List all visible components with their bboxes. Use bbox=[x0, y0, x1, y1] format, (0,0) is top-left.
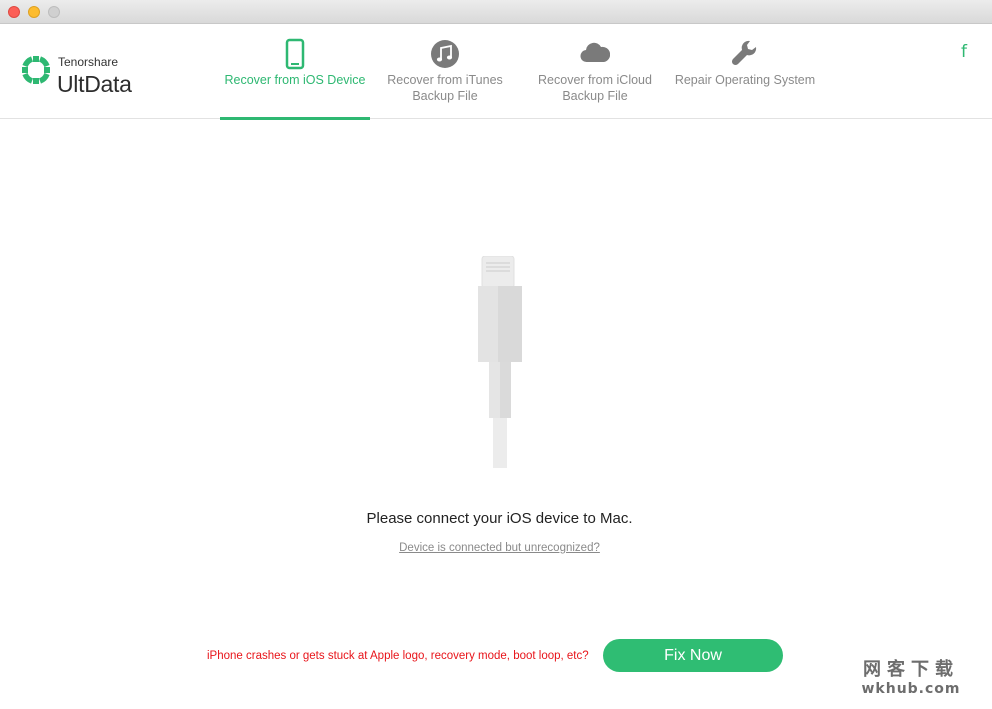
tab-label: Recover from iOS Device bbox=[224, 73, 366, 87]
connect-device-prompt: Please connect your iOS device to Mac. bbox=[366, 510, 633, 527]
title-bar bbox=[0, 0, 992, 24]
tab-recover-itunes-backup[interactable]: Recover from iTunes Backup File bbox=[370, 24, 520, 119]
brand-company: Tenorshare bbox=[58, 55, 119, 69]
tab-recover-ios-device[interactable]: Recover from iOS Device bbox=[220, 24, 370, 120]
watermark-line-2: wkhub.com bbox=[861, 681, 961, 697]
device-unrecognized-link[interactable]: Device is connected but unrecognized? bbox=[0, 542, 992, 554]
app-header: Tenorshare UltData Recover from iOS Devi… bbox=[0, 24, 992, 120]
wrench-icon bbox=[731, 40, 757, 66]
lightning-cable-icon bbox=[478, 256, 522, 468]
facebook-icon[interactable]: f bbox=[961, 42, 967, 62]
app-window: Tenorshare UltData Recover from iOS Devi… bbox=[0, 0, 992, 709]
ultdata-logo-icon bbox=[22, 56, 50, 84]
tab-recover-icloud-backup[interactable]: Recover from iCloud Backup File bbox=[520, 24, 670, 119]
brand-product: UltData bbox=[57, 71, 132, 97]
music-note-icon bbox=[431, 40, 459, 68]
fix-now-button[interactable]: Fix Now bbox=[603, 639, 783, 672]
cloud-icon bbox=[580, 42, 610, 63]
main-content: Please connect your iOS device to Mac. D… bbox=[0, 120, 992, 709]
tab-label: Repair Operating System bbox=[674, 73, 816, 87]
crash-message: iPhone crashes or gets stuck at Apple lo… bbox=[207, 650, 589, 662]
watermark: 网客下载 wkhub.com bbox=[851, 655, 971, 697]
tab-repair-os[interactable]: Repair Operating System bbox=[670, 24, 820, 119]
iphone-icon bbox=[285, 38, 305, 70]
minimize-window-button[interactable] bbox=[28, 6, 40, 18]
zoom-window-button[interactable] bbox=[48, 6, 60, 18]
watermark-line-1: 网客下载 bbox=[863, 659, 959, 680]
tab-label: Recover from iCloud Backup File bbox=[538, 73, 652, 103]
tab-label: Recover from iTunes Backup File bbox=[387, 73, 503, 103]
close-window-button[interactable] bbox=[8, 6, 20, 18]
